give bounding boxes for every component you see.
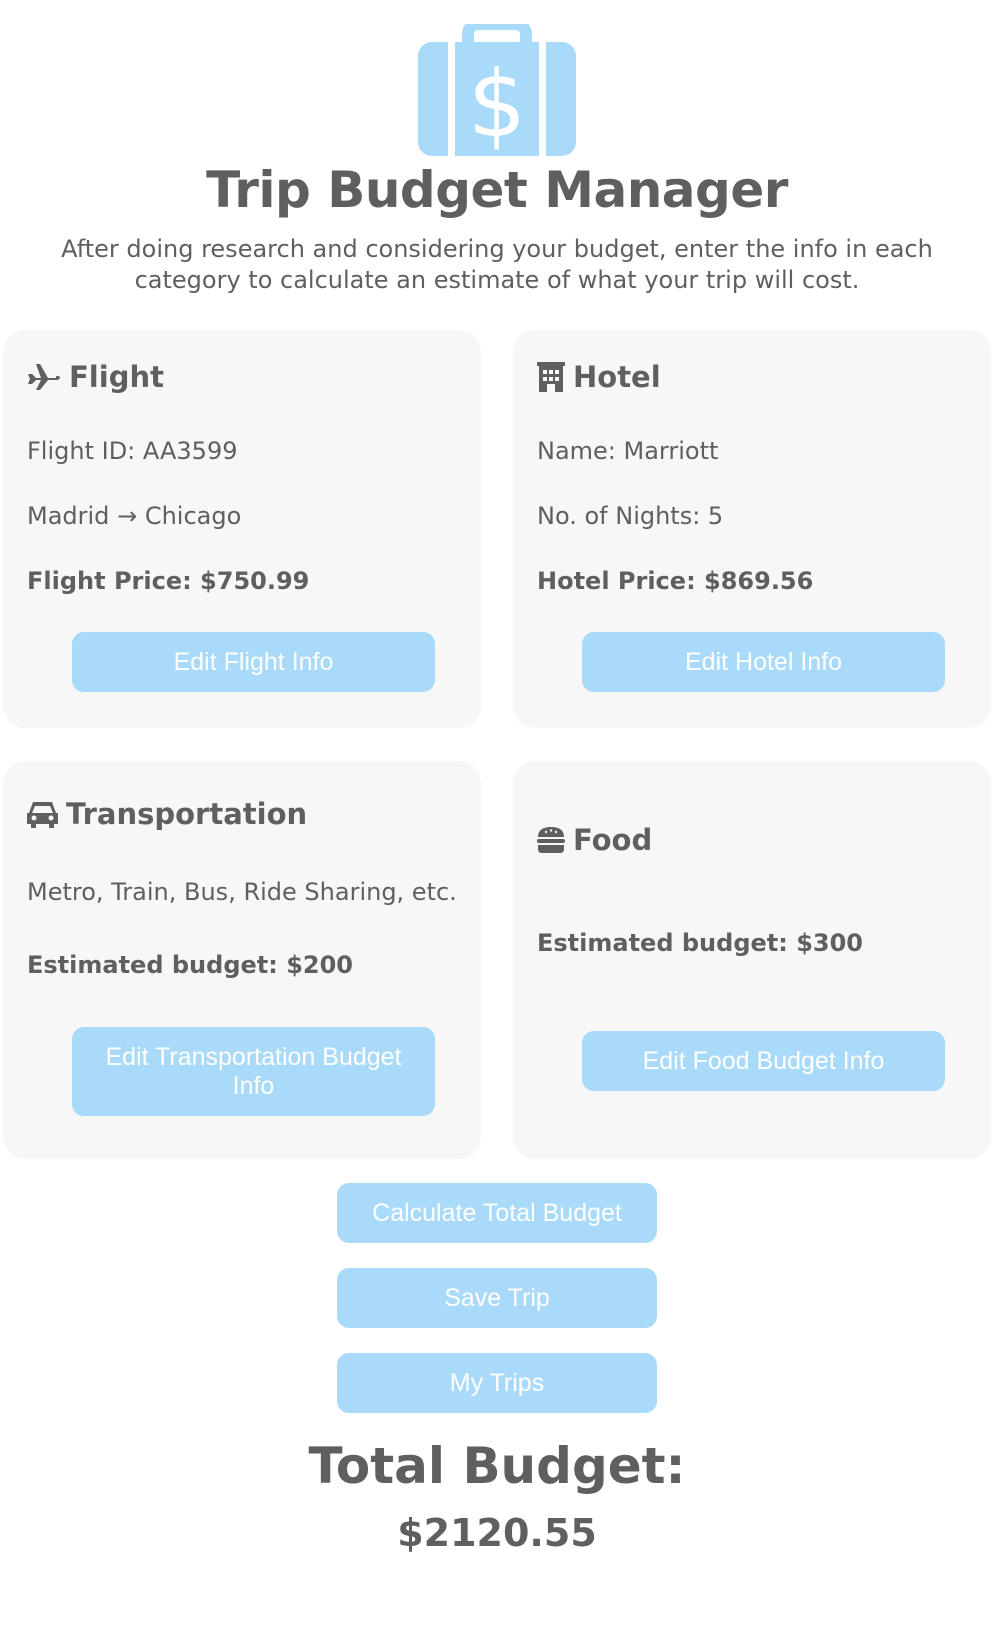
hotel-price: Hotel Price: $869.56 [537, 567, 814, 595]
hotel-card: Hotel Name: Marriott No. of Nights: 5 Ho… [513, 330, 991, 728]
food-budget: Estimated budget: $300 [537, 929, 863, 957]
building-icon [537, 362, 565, 392]
transportation-card: Transportation Metro, Train, Bus, Ride S… [3, 761, 481, 1159]
suitcase-dollar-icon: $ [418, 24, 576, 156]
page-title: Trip Budget Manager [206, 161, 788, 219]
flight-heading: Flight [27, 360, 164, 394]
hotel-nights: No. of Nights: 5 [537, 502, 724, 530]
calculate-total-button[interactable]: Calculate Total Budget [337, 1183, 657, 1243]
edit-hotel-button[interactable]: Edit Hotel Info [582, 632, 945, 692]
transportation-description: Metro, Train, Bus, Ride Sharing, etc. [27, 878, 457, 906]
transportation-heading: Transportation [27, 797, 307, 831]
save-trip-button[interactable]: Save Trip [337, 1268, 657, 1328]
edit-food-button[interactable]: Edit Food Budget Info [582, 1031, 945, 1091]
burger-icon [537, 827, 565, 853]
food-card: Food Estimated budget: $300 Edit Food Bu… [513, 761, 991, 1159]
flight-id: Flight ID: AA3599 [27, 437, 238, 465]
transportation-heading-label: Transportation [66, 797, 308, 831]
page-subtitle: After doing research and considering you… [61, 235, 933, 294]
arrow-right-icon: → [117, 502, 138, 530]
food-heading-label: Food [573, 823, 653, 857]
total-budget-value: $2120.55 [397, 1511, 597, 1555]
edit-transportation-button[interactable]: Edit Transportation Budget Info [72, 1027, 435, 1116]
flight-card: Flight Flight ID: AA3599 Madrid → Chicag… [3, 330, 481, 728]
transportation-budget: Estimated budget: $200 [27, 951, 353, 979]
flight-route: Madrid → Chicago [27, 502, 241, 530]
hotel-heading-label: Hotel [573, 360, 661, 394]
my-trips-button[interactable]: My Trips [337, 1353, 657, 1413]
total-budget-label: Total Budget: [308, 1437, 686, 1495]
food-heading: Food [537, 823, 652, 857]
flight-origin: Madrid [27, 502, 110, 530]
plane-icon [28, 364, 60, 390]
hotel-heading: Hotel [537, 360, 661, 394]
flight-destination: Chicago [144, 502, 242, 530]
hotel-name: Name: Marriott [537, 437, 719, 465]
edit-flight-button[interactable]: Edit Flight Info [72, 632, 435, 692]
flight-heading-label: Flight [69, 360, 164, 394]
car-icon [27, 802, 58, 828]
flight-price: Flight Price: $750.99 [27, 567, 310, 595]
svg-text:$: $ [468, 51, 527, 156]
